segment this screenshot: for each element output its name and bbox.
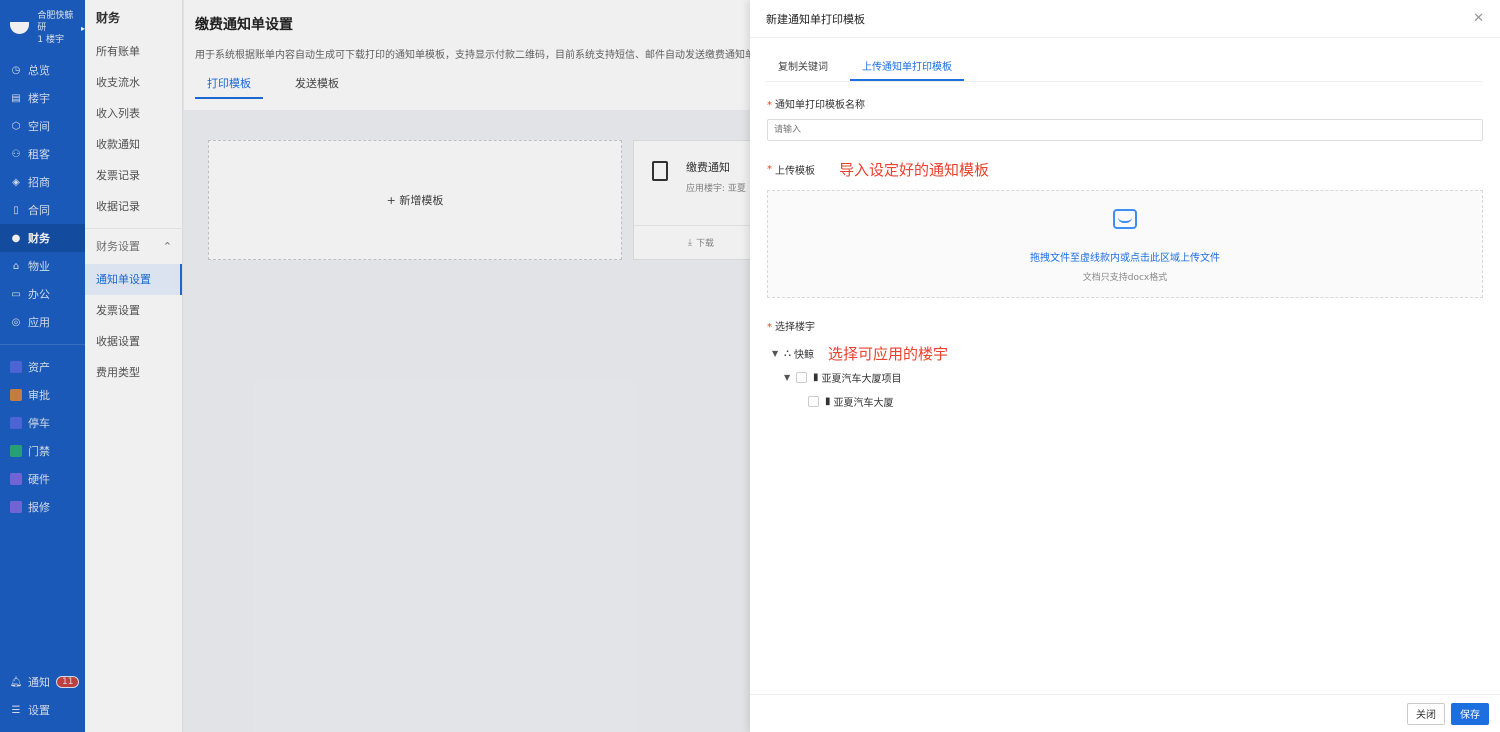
tab-upload-template[interactable]: 上传通知单打印模板 (850, 58, 964, 81)
building-icon: ▮ (825, 395, 831, 407)
inbox-icon (1113, 209, 1137, 229)
caret-down-icon[interactable]: ▼ (784, 373, 796, 382)
upload-dropzone[interactable]: 拖拽文件至虚线款内或点击此区域上传文件 文档只支持docx格式 (767, 190, 1483, 298)
upload-label: 上传模板 (775, 166, 815, 177)
building-checkbox[interactable] (808, 395, 819, 407)
upload-annotation: 导入设定好的通知模板 (839, 161, 990, 179)
upload-hint: 文档只支持docx格式 (1082, 273, 1168, 283)
building-icon: ▮ (813, 371, 819, 383)
save-button[interactable]: 保存 (1451, 702, 1489, 725)
close-icon[interactable]: ✕ (1473, 11, 1484, 26)
tree-node-root[interactable]: ▼ ⛬ 快鲸 选择可应用的楼宇 (772, 341, 1500, 365)
mask-overlay[interactable] (0, 0, 750, 732)
tab-copy-keywords[interactable]: 复制关键词 (766, 58, 840, 81)
tree-node-building[interactable]: ▮ 亚夏汽车大厦 (772, 389, 1500, 413)
close-button[interactable]: 关闭 (1407, 702, 1445, 725)
new-template-drawer: 新建通知单打印模板 ✕ 复制关键词 上传通知单打印模板 *通知单打印模板名称 *… (750, 0, 1500, 732)
tree-building-label: 亚夏汽车大厦 (833, 397, 894, 409)
template-name-label: 通知单打印模板名称 (775, 100, 865, 111)
tree-node-project[interactable]: ▼ ▮ 亚夏汽车大厦项目 (772, 365, 1500, 389)
upload-main-text: 拖拽文件至虚线款内或点击此区域上传文件 (1030, 253, 1220, 264)
caret-down-icon[interactable]: ▼ (772, 349, 784, 358)
project-checkbox[interactable] (796, 371, 807, 383)
org-icon: ⛬ (784, 347, 791, 359)
building-annotation: 选择可应用的楼宇 (828, 344, 949, 363)
template-name-input[interactable] (767, 119, 1483, 141)
tree-root-label: 快鲸 (794, 349, 814, 361)
drawer-title: 新建通知单打印模板 (766, 12, 865, 26)
tree-project-label: 亚夏汽车大厦项目 (821, 373, 902, 385)
building-label: 选择楼宇 (775, 322, 815, 333)
